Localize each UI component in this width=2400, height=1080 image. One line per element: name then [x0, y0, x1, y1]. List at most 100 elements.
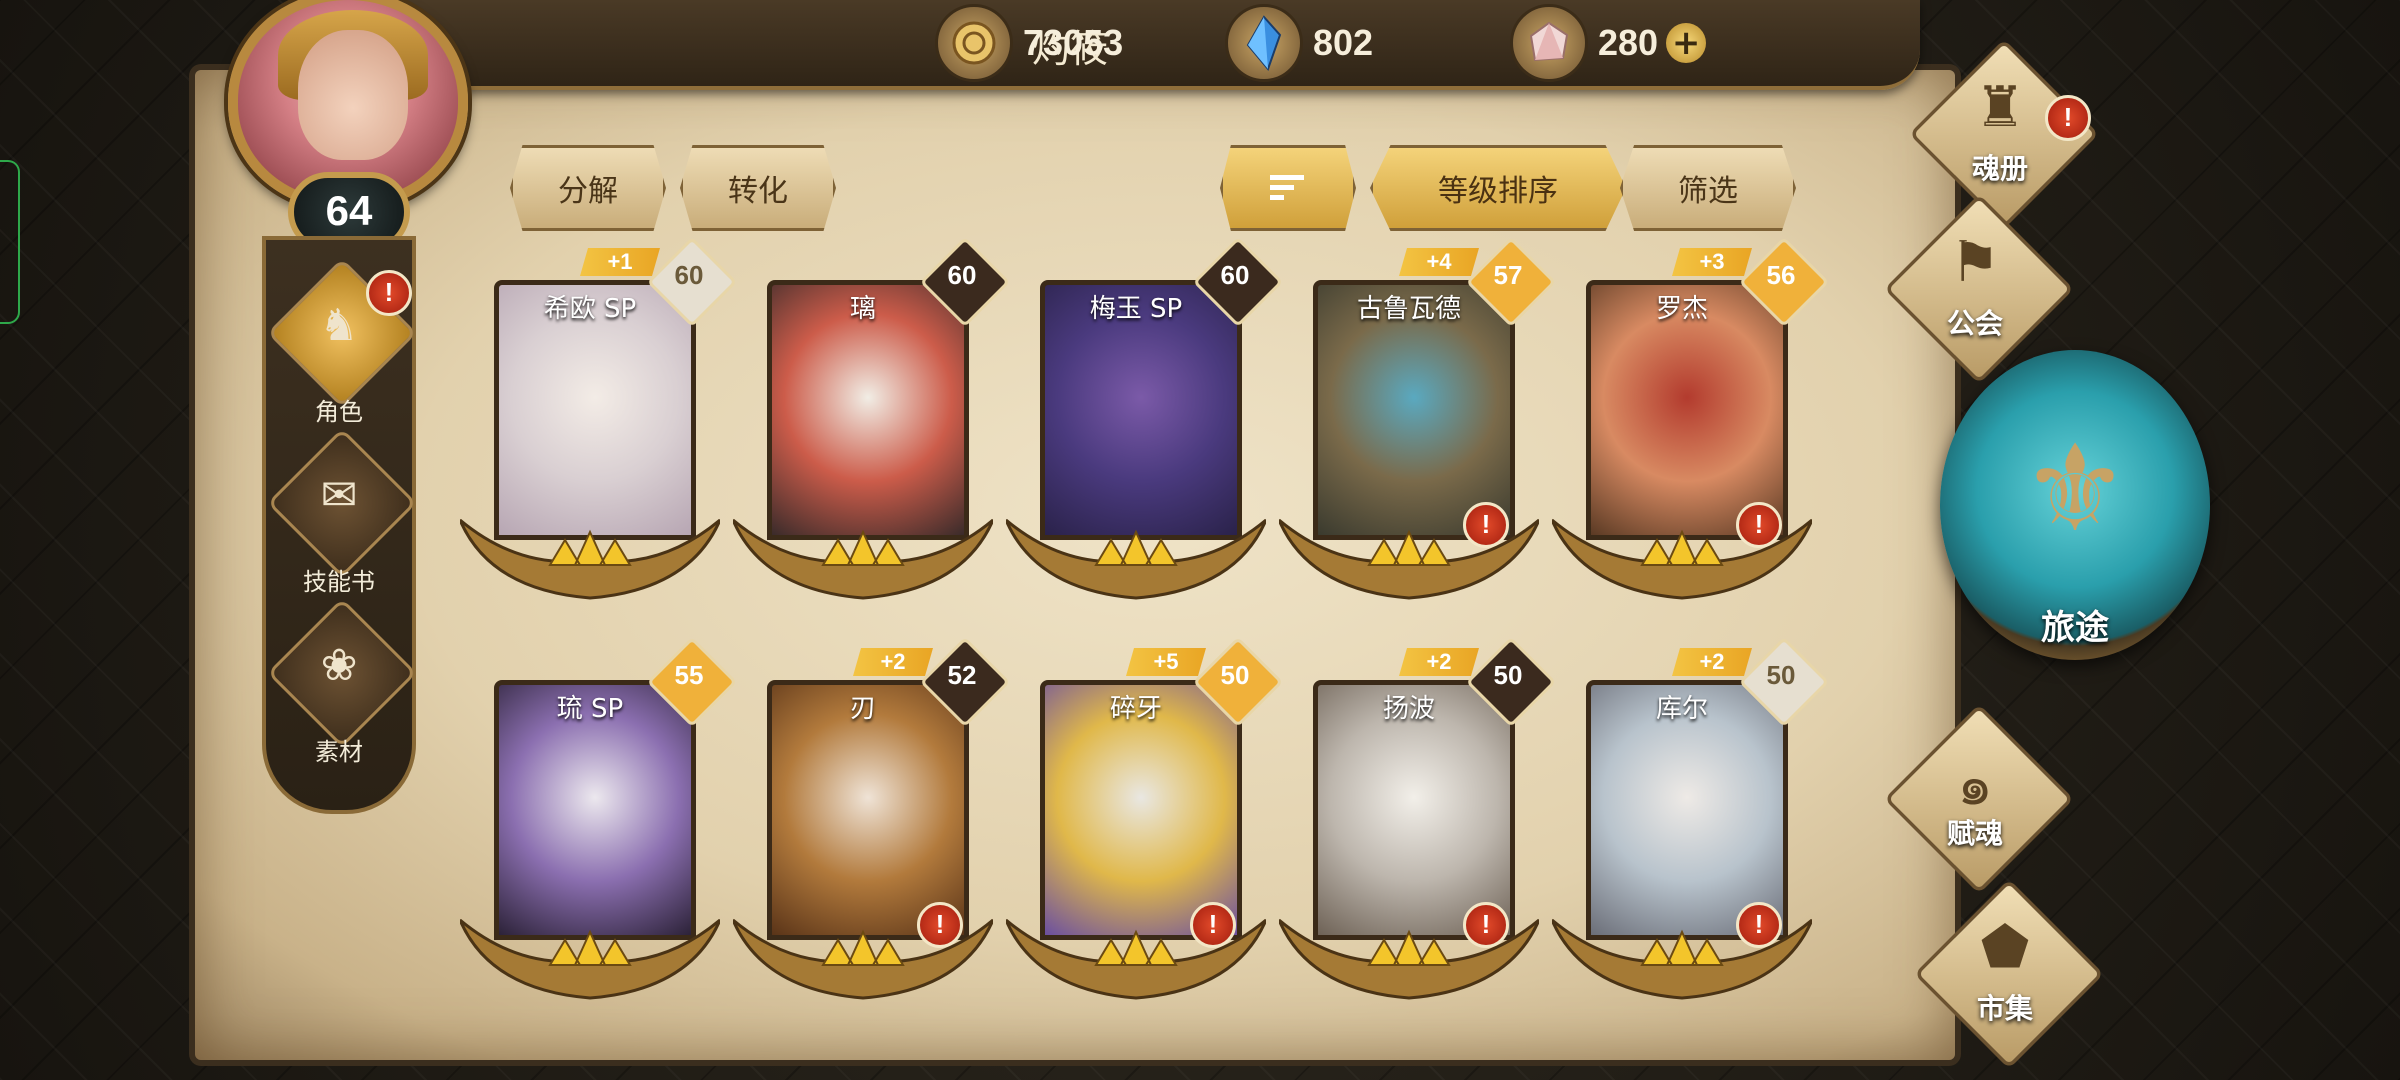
character-name: 罗杰 [1655, 294, 1708, 324]
menu-item-label: 赋魂 [1946, 817, 2003, 850]
top-bar: 灼筱 73053 802 280 + [360, 0, 1920, 90]
menu-item-soul-book[interactable]: ♜ 魂册 ! [1885, 39, 2125, 229]
character-name: 希欧 SP [543, 294, 637, 324]
level-value: 60 [674, 260, 704, 290]
level-badge: 60 [1192, 236, 1284, 328]
market-icon: ⬟ [1980, 915, 2030, 980]
character-name: 琉 SP [556, 694, 624, 724]
menu-item-material[interactable]: ❀ 素材 [266, 598, 417, 770]
alert-icon: ! [2045, 95, 2091, 141]
menu-item-label: 魂册 [1971, 152, 2028, 185]
rank-wings-icon [460, 918, 720, 1000]
crystal-amount: 802 [1313, 22, 1374, 63]
character-card[interactable]: 库尔 +2 50! [1552, 636, 1830, 1000]
character-name: 古鲁瓦德 [1356, 294, 1461, 324]
material-icon: ❀ [320, 640, 358, 691]
enhance-tag: +3 [1672, 248, 1752, 276]
level-value: 50 [1493, 660, 1523, 690]
alert-icon: ! [1736, 902, 1782, 948]
alert-icon: ! [1463, 902, 1509, 948]
menu-item-guild[interactable]: ⚑ 公会 [1860, 194, 2100, 384]
menu-item-market[interactable]: ⬟ 市集 [1890, 879, 2130, 1069]
character-name: 刃 [849, 694, 876, 724]
menu-item-label: 角色 [315, 398, 363, 426]
convert-button[interactable]: 转化 [680, 145, 836, 231]
level-value: 55 [674, 660, 704, 690]
level-value: 60 [1220, 260, 1250, 290]
enhance-tag: +2 [1672, 648, 1752, 676]
level-value: 50 [1766, 660, 1796, 690]
level-badge: 60 [646, 236, 738, 328]
character-card[interactable]: 古鲁瓦德 +4 57! [1279, 236, 1557, 600]
gem-currency: 280 + [1510, 4, 1707, 82]
character-name: 璃 [849, 294, 876, 324]
sort-order-button[interactable] [1220, 145, 1356, 231]
level-badge: 50 [1192, 636, 1284, 728]
crystal-currency: 802 [1225, 4, 1374, 82]
level-value: 56 [1766, 260, 1796, 290]
character-name: 梅玉 SP [1089, 294, 1183, 324]
level-value: 50 [1220, 660, 1250, 690]
left-edge-handle[interactable] [0, 160, 20, 324]
pink-gem-icon [1510, 4, 1588, 82]
character-card[interactable]: 碎牙 +5 50! [1006, 636, 1284, 1000]
journey-label: 旅途 [2041, 608, 2109, 648]
character-card[interactable]: 刃 +2 52! [733, 636, 1011, 1000]
level-badge: 55 [646, 636, 738, 728]
guild-icon: ⚑ [1949, 230, 2001, 295]
player-avatar[interactable]: 64 [218, 0, 468, 252]
menu-item-label: 公会 [1946, 307, 2003, 340]
enhance-tag: +5 [1126, 648, 1206, 676]
add-gem-button[interactable]: + [1666, 23, 1707, 63]
character-card[interactable]: 琉 SP 55 [460, 636, 738, 1000]
menu-item-skill-book[interactable]: ✉ 技能书 [266, 428, 417, 600]
alert-icon: ! [366, 270, 412, 316]
level-badge: 56 [1738, 236, 1830, 328]
enhance-tag: +2 [853, 648, 933, 676]
character-card[interactable]: 扬波 +2 50! [1279, 636, 1557, 1000]
character-card[interactable]: 梅玉 SP 60 [1006, 236, 1284, 600]
level-sort-button[interactable]: 等级排序 [1370, 145, 1626, 231]
enhance-tag: +4 [1399, 248, 1479, 276]
level-badge: 57 [1465, 236, 1557, 328]
gold-coin-icon [935, 4, 1013, 82]
character-name: 碎牙 [1109, 694, 1162, 724]
enhance-tag: +2 [1399, 648, 1479, 676]
sort-icon [1270, 175, 1304, 200]
gold-amount: 73053 [1023, 22, 1124, 63]
rank-wings-icon [460, 518, 720, 600]
menu-item-label: 素材 [315, 738, 363, 766]
skill-book-icon: ✉ [320, 470, 358, 521]
menu-item-label: 市集 [1976, 992, 2033, 1025]
avatar-portrait [298, 30, 408, 160]
filter-button[interactable]: 筛选 [1620, 145, 1796, 231]
gold-currency: 73053 [935, 4, 1124, 82]
rank-wings-icon [1006, 518, 1266, 600]
menu-item-label: 技能书 [303, 568, 375, 596]
game-screen: 灼筱 73053 802 280 + 64 ♞ 角色 ! ✉ 技能书 ❀ 素材 … [0, 0, 2400, 1080]
alert-icon: ! [1463, 502, 1509, 548]
blue-crystal-icon [1225, 4, 1303, 82]
level-badge: 50 [1465, 636, 1557, 728]
level-value: 60 [947, 260, 977, 290]
left-menu: ♞ 角色 ! ✉ 技能书 ❀ 素材 [262, 236, 417, 814]
rank-wings-icon [733, 518, 993, 600]
gem-amount: 280 [1598, 22, 1659, 63]
menu-item-character[interactable]: ♞ 角色 ! [266, 258, 417, 430]
level-badge: 60 [919, 236, 1011, 328]
character-card[interactable]: 罗杰 +3 56! [1552, 236, 1830, 600]
enhance-tag: +1 [580, 248, 660, 276]
character-card[interactable]: 璃 60 [733, 236, 1011, 600]
alert-icon: ! [917, 902, 963, 948]
journey-icon: ⚜ [2021, 420, 2129, 559]
level-value: 57 [1493, 260, 1523, 290]
journey-button[interactable]: ⚜ 旅途 [1940, 350, 2210, 680]
alert-icon: ! [1190, 902, 1236, 948]
menu-item-soul-infuse[interactable]: ๑ 赋魂 [1860, 704, 2100, 894]
level-badge: 50 [1738, 636, 1830, 728]
character-card[interactable]: 希欧 SP +1 60 [460, 236, 738, 600]
character-name: 扬波 [1382, 694, 1435, 724]
level-value: 52 [947, 660, 977, 690]
decompose-button[interactable]: 分解 [510, 145, 666, 231]
character-name: 库尔 [1655, 694, 1708, 724]
